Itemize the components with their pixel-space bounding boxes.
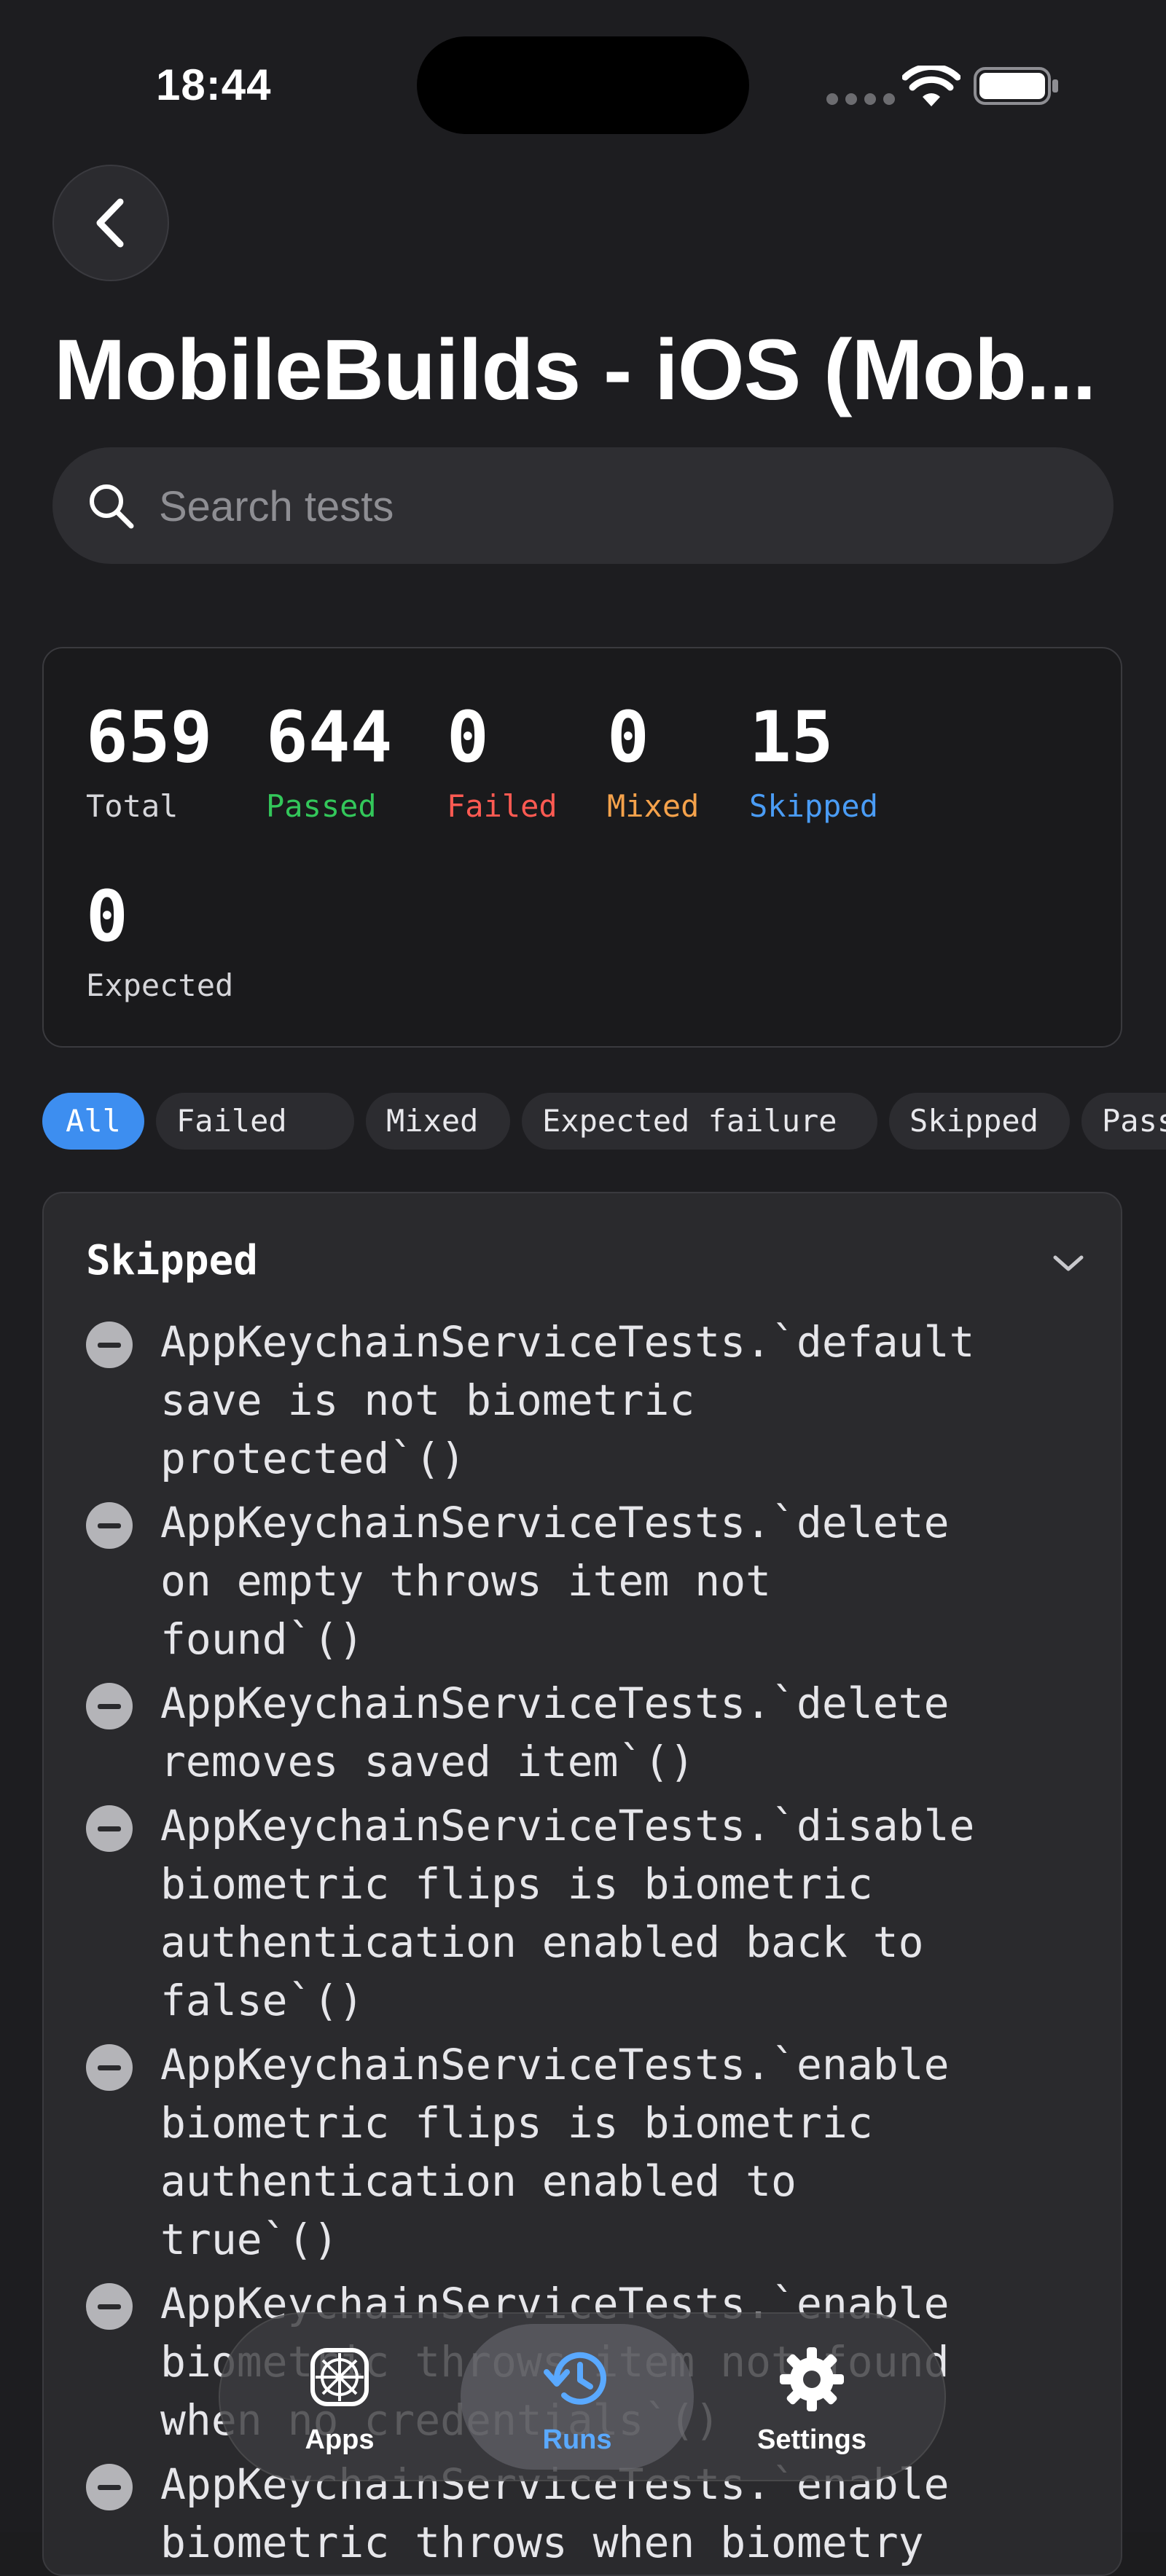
back-button[interactable] <box>52 165 169 281</box>
list-item[interactable]: AppKeychainServiceTests.`disable biometr… <box>44 1796 1121 2030</box>
tab-settings[interactable]: Settings <box>695 2314 928 2480</box>
stat-total: 659 Total <box>86 702 212 822</box>
filter-chip-failed[interactable]: Failed <box>156 1093 354 1150</box>
tab-apps-label: Apps <box>305 2424 375 2455</box>
section-title: Skipped <box>86 1237 259 1284</box>
apps-icon <box>310 2348 369 2406</box>
stat-failed-label: Failed <box>447 788 557 824</box>
tab-settings-label: Settings <box>757 2424 866 2455</box>
test-name: AppKeychainServiceTests.`disable biometr… <box>160 1801 975 2025</box>
wifi-icon <box>902 66 960 106</box>
search-icon <box>90 484 134 529</box>
skipped-status-icon <box>86 2283 133 2330</box>
history-icon <box>544 2352 606 2405</box>
chevron-left-icon <box>96 198 124 248</box>
tab-bar: Apps Runs Settings <box>219 2312 946 2481</box>
stat-total-value: 659 <box>86 696 213 778</box>
tab-runs-label: Runs <box>542 2424 612 2455</box>
stat-mixed-value: 0 <box>607 696 649 778</box>
search-bar[interactable] <box>52 447 1114 564</box>
stat-total-label: Total <box>86 788 179 824</box>
skipped-status-icon <box>86 2464 133 2510</box>
summary-card: 659 Total 644 Passed 0 Failed 0 Mixed 15… <box>42 647 1122 1048</box>
tab-runs[interactable]: Runs <box>461 2324 694 2470</box>
filter-chip-all[interactable]: All <box>42 1093 144 1150</box>
stat-failed-value: 0 <box>447 696 489 778</box>
list-item[interactable]: AppKeychainServiceTests.`enable biometri… <box>44 2035 1121 2269</box>
stat-mixed: 0 Mixed <box>607 702 699 822</box>
stat-passed-label: Passed <box>266 788 377 824</box>
list-item[interactable]: AppKeychainServiceTests.`delete on empty… <box>44 1493 1121 1668</box>
stat-expected: 0 Expected <box>86 881 233 1001</box>
filter-chips: All Failed Mixed Expected failure Skippe… <box>42 1093 1166 1150</box>
filter-chip-skipped[interactable]: Skipped <box>889 1093 1070 1150</box>
skipped-status-icon <box>86 2044 133 2091</box>
list-item[interactable]: AppKeychainServiceTests.`default save is… <box>44 1313 1121 1488</box>
stat-passed: 644 Passed <box>266 702 392 822</box>
test-name: AppKeychainServiceTests.`default save is… <box>160 1317 975 1483</box>
test-name: AppKeychainServiceTests.`delete removes … <box>160 1678 950 1786</box>
search-input[interactable] <box>157 476 1071 536</box>
stat-expected-value: 0 <box>86 876 128 957</box>
stat-skipped-value: 15 <box>749 696 834 778</box>
test-name: AppKeychainServiceTests.`enable biometri… <box>160 2040 950 2264</box>
tab-apps[interactable]: Apps <box>223 2314 456 2480</box>
dynamic-island <box>417 36 749 134</box>
chevron-down-icon[interactable] <box>1052 1253 1084 1273</box>
list-item[interactable]: AppKeychainServiceTests.`delete removes … <box>44 1674 1121 1791</box>
cellular-signal-icon <box>826 93 895 105</box>
stat-failed: 0 Failed <box>447 702 557 822</box>
filter-chip-expected-failure[interactable]: Expected failure <box>522 1093 877 1150</box>
skipped-status-icon <box>86 1805 133 1852</box>
stat-skipped: 15 Skipped <box>749 702 878 822</box>
page-title: MobileBuilds - iOS (Mob... <box>54 322 1096 418</box>
stat-expected-label: Expected <box>86 967 234 1003</box>
stat-mixed-label: Mixed <box>607 788 700 824</box>
stat-skipped-label: Skipped <box>749 788 879 824</box>
skipped-status-icon <box>86 1502 133 1549</box>
stat-passed-value: 644 <box>266 696 393 778</box>
skipped-status-icon <box>86 1683 133 1729</box>
status-time: 18:44 <box>156 60 272 109</box>
filter-chip-passed[interactable]: Passed <box>1081 1093 1166 1150</box>
test-name: AppKeychainServiceTests.`delete on empty… <box>160 1498 950 1664</box>
filter-chip-mixed[interactable]: Mixed <box>366 1093 510 1150</box>
skipped-status-icon <box>86 1322 133 1368</box>
battery-icon <box>974 67 1058 105</box>
gear-icon <box>780 2347 844 2411</box>
